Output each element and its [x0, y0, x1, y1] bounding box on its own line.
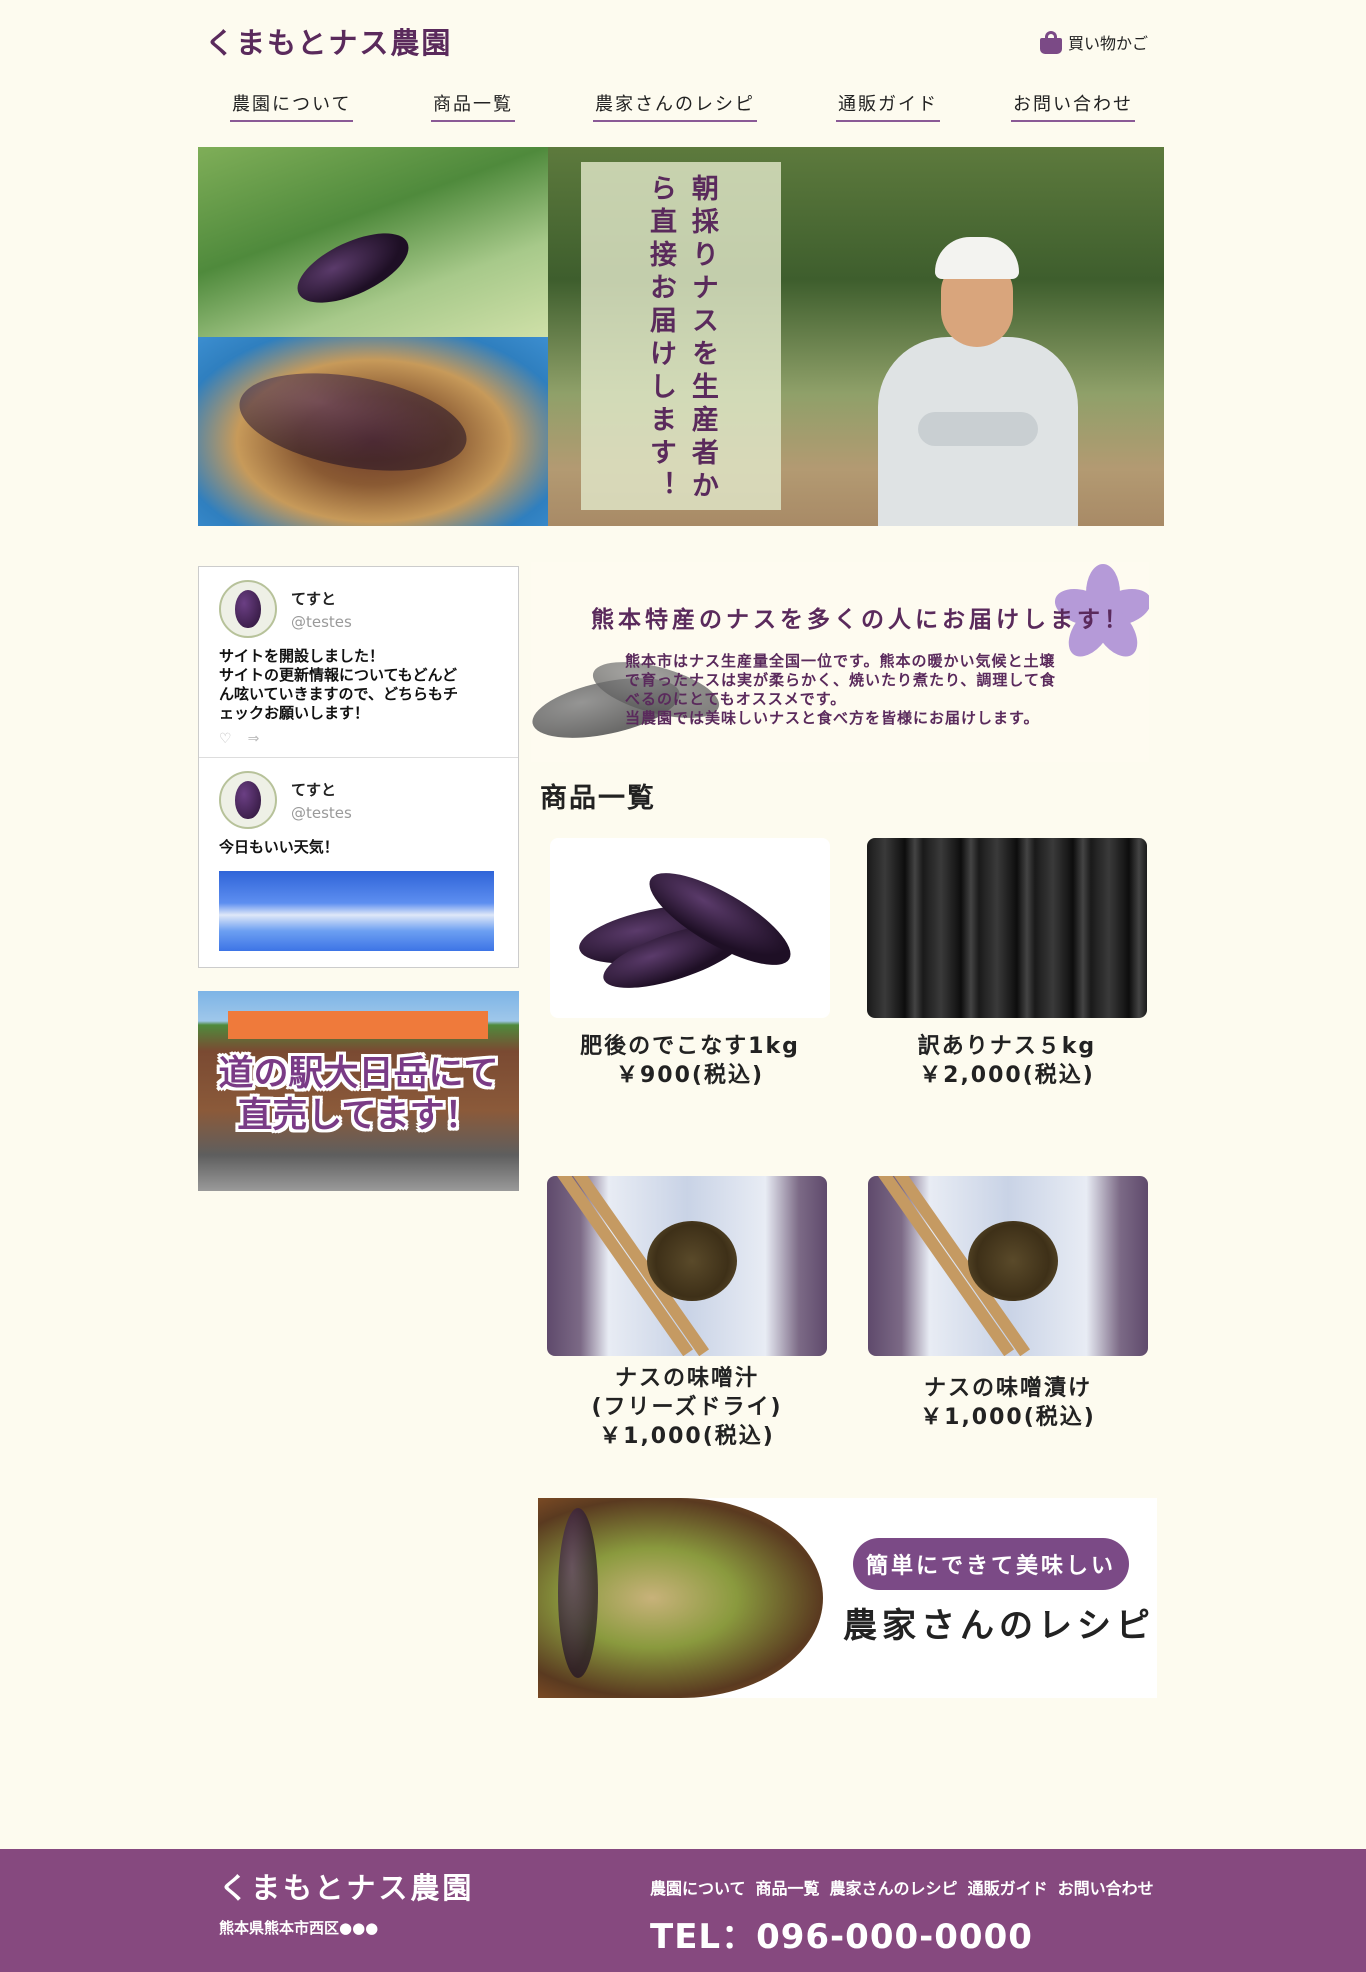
nav-products[interactable]: 商品一覧	[431, 90, 515, 122]
roadside-station-banner[interactable]: 道の駅大日岳にて 直売してます！	[198, 991, 519, 1191]
hero-farmer-photo: 朝採りナスを生産者から直接お届けします！	[548, 147, 1164, 526]
tweet-author-name: てすと	[291, 780, 337, 799]
products-section-title: 商品一覧	[540, 783, 656, 814]
hero-dish-photo	[198, 337, 548, 526]
hero-eggplant-photo	[198, 147, 548, 337]
tweet-author-handle: @testes	[291, 612, 352, 631]
tweet-author-handle: @testes	[291, 803, 352, 822]
site-footer: くまもとナス農園 熊本県熊本市西区●●● 農園について 商品一覧 農家さんのレシ…	[0, 1849, 1366, 1972]
footer-logo[interactable]: くまもとナス農園	[219, 1865, 474, 1907]
product-image[interactable]	[868, 1176, 1148, 1356]
product-image[interactable]	[547, 1176, 827, 1356]
product-name: 肥後のでこなす1kg	[580, 1034, 800, 1059]
intro-body: 熊本市はナス生産量全国一位です。熊本の暖かい気候と土壌 で育ったナスは実が柔らか…	[625, 652, 1056, 727]
product-card[interactable]: ナスの味噌漬け ￥1,000(税込)	[868, 1176, 1148, 1432]
like-icon[interactable]: ♡	[219, 731, 232, 747]
footer-nav: 農園について 商品一覧 農家さんのレシピ 通販ガイド お問い合わせ	[650, 1875, 1154, 1899]
product-card[interactable]: 訳ありナス５kg ￥2,000(税込)	[867, 838, 1147, 1090]
recipe-banner[interactable]: 簡単にできて美味しい 農家さんのレシピ	[538, 1498, 1157, 1698]
product-card[interactable]: 肥後のでこなす1kg ￥900(税込)	[550, 838, 830, 1090]
avatar[interactable]	[219, 580, 277, 638]
footer-address: 熊本県熊本市西区●●●	[219, 1919, 379, 1937]
tweet-text: サイトを開設しました！ サイトの更新情報についてもどんど ん呟いていきますので、…	[219, 647, 458, 722]
cart-link[interactable]: 買い物かご	[1040, 30, 1148, 54]
intro-panel: 熊本特産のナスを多くの人にお届けします！ 熊本市はナス生産量全国一位です。熊本の…	[531, 562, 1149, 762]
recipe-dish-photo	[538, 1498, 823, 1698]
hero-copy: 朝採りナスを生産者から直接お届けします！	[645, 174, 718, 504]
product-price: ￥2,000(税込)	[919, 1063, 1095, 1088]
recipe-title: 農家さんのレシピ	[843, 1606, 1155, 1646]
tweet: てすと @testes 今日もいい天気！	[199, 757, 518, 961]
product-image[interactable]	[867, 838, 1147, 1018]
social-timeline[interactable]: てすと @testes サイトを開設しました！ サイトの更新情報についてもどんど…	[198, 566, 519, 968]
product-card[interactable]: ナスの味噌汁 (フリーズドライ) ￥1,000(税込)	[547, 1176, 827, 1451]
nav-recipes[interactable]: 農家さんのレシピ	[593, 90, 757, 122]
product-price: ￥1,000(税込)	[599, 1424, 775, 1449]
main-nav: 農園について 商品一覧 農家さんのレシピ 通販ガイド お問い合わせ	[0, 90, 1366, 122]
nav-about[interactable]: 農園について	[230, 90, 354, 122]
tweet-text: 今日もいい天気！	[219, 838, 339, 856]
tweet-author-name: てすと	[291, 589, 337, 608]
station-banner-line2: 直売してます！	[237, 1096, 480, 1136]
farmer-figure	[878, 237, 1078, 526]
nav-contact[interactable]: お問い合わせ	[1011, 90, 1135, 122]
recipe-tag: 簡単にできて美味しい	[853, 1538, 1129, 1590]
product-image[interactable]	[550, 838, 830, 1018]
share-icon[interactable]: ⇒	[248, 731, 260, 747]
product-name: ナスの味噌汁 (フリーズドライ)	[591, 1366, 783, 1420]
footer-link-about[interactable]: 農園について	[650, 1875, 746, 1899]
product-price: ￥900(税込)	[615, 1063, 765, 1088]
footer-link-recipes[interactable]: 農家さんのレシピ	[830, 1875, 958, 1899]
hero-copy-panel: 朝採りナスを生産者から直接お届けします！	[581, 162, 781, 510]
hero-banner: 朝採りナスを生産者から直接お届けします！	[198, 147, 1164, 526]
shopping-bag-icon	[1040, 30, 1062, 54]
footer-link-contact[interactable]: お問い合わせ	[1058, 1875, 1154, 1899]
footer-link-products[interactable]: 商品一覧	[756, 1875, 820, 1899]
product-price: ￥1,000(税込)	[920, 1405, 1096, 1430]
tweet: てすと @testes サイトを開設しました！ サイトの更新情報についてもどんど…	[199, 567, 518, 757]
station-banner-line1: 道の駅大日岳にて	[218, 1054, 499, 1094]
tweet-sky-image[interactable]	[219, 871, 494, 951]
cart-label: 買い物かご	[1068, 34, 1149, 53]
site-logo[interactable]: くまもとナス農園	[205, 20, 452, 62]
product-name: 訳ありナス５kg	[917, 1034, 1097, 1059]
avatar[interactable]	[219, 771, 277, 829]
nav-guide[interactable]: 通販ガイド	[836, 90, 940, 122]
product-name: ナスの味噌漬け	[923, 1376, 1092, 1401]
intro-title: 熊本特産のナスを多くの人にお届けします！	[591, 607, 1131, 633]
footer-link-guide[interactable]: 通販ガイド	[968, 1875, 1048, 1899]
footer-phone: TEL：096-000-0000	[650, 1917, 1033, 1957]
